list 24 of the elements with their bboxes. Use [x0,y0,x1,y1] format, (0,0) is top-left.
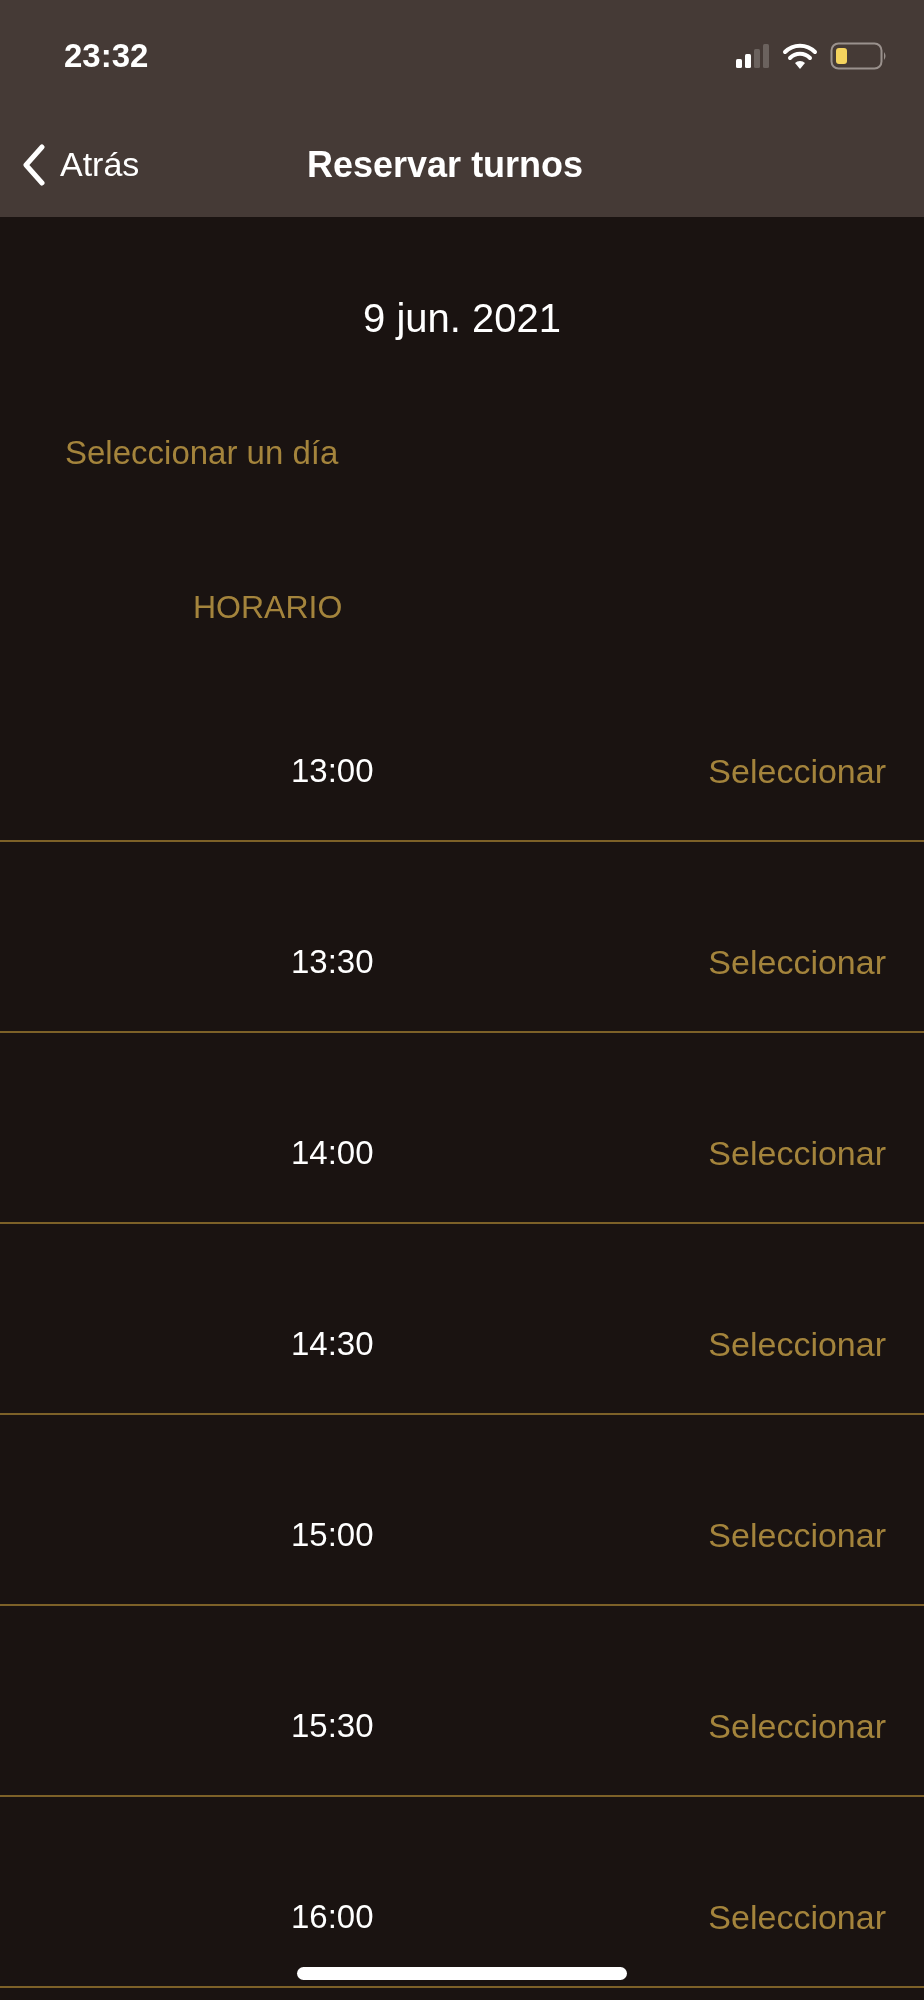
select-day-link[interactable]: Seleccionar un día [65,434,339,471]
slot-time: 14:00 [291,1132,374,1173]
wifi-icon [782,43,818,69]
slot-time: 15:00 [291,1514,374,1555]
status-time: 23:32 [64,36,149,77]
select-button[interactable]: Seleccionar [708,1514,886,1555]
slot-time: 13:30 [291,941,374,982]
select-button[interactable]: Seleccionar [708,1323,886,1364]
section-header: HORARIO [193,587,344,627]
slot-time: 16:00 [291,1896,374,1937]
page-title: Reservar turnos [307,142,584,187]
select-button[interactable]: Seleccionar [708,1705,886,1746]
select-button[interactable]: Seleccionar [708,941,886,982]
date-label: 9 jun. 2021 [363,294,561,342]
signal-icon [736,44,770,68]
select-button[interactable]: Seleccionar [708,1132,886,1173]
select-button[interactable]: Seleccionar [708,750,886,791]
back-button[interactable]: Atrás [0,139,140,190]
select-button[interactable]: Seleccionar [708,1896,886,1937]
slot-time: 15:30 [291,1705,374,1746]
slot-time: 14:30 [291,1323,374,1364]
chevron-left-icon [22,143,46,186]
slot-time: 13:00 [291,750,374,791]
battery-icon [830,42,888,70]
